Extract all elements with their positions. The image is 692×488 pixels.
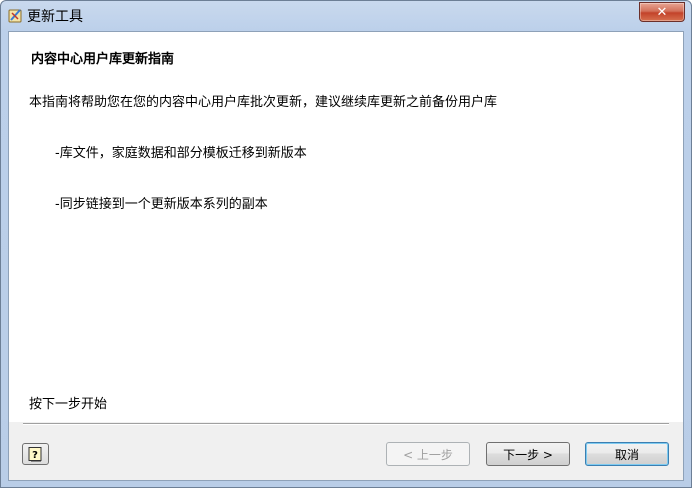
update-tool-icon xyxy=(8,9,22,23)
bullet-sync-links: -同步链接到一个更新版本系列的副本 xyxy=(55,197,268,212)
dialog-window: 更新工具 ✕ 内容中心用户库更新指南 本指南将帮助您在您的内容中心用户库批次更新… xyxy=(0,0,692,488)
help-icon: ? xyxy=(28,446,42,461)
bullet-library-files: -库文件，家庭数据和部分模板迁移到新版本 xyxy=(55,146,307,161)
svg-text:?: ? xyxy=(32,450,38,461)
dialog-client-area: 内容中心用户库更新指南 本指南将帮助您在您的内容中心用户库批次更新，建议继续库更… xyxy=(8,31,684,481)
help-button[interactable]: ? xyxy=(22,443,49,465)
cancel-button[interactable]: 取消 xyxy=(585,442,669,466)
prev-button[interactable]: < 上一步 xyxy=(386,442,470,466)
close-icon: ✕ xyxy=(656,4,668,20)
title-bar[interactable]: 更新工具 ✕ xyxy=(1,1,691,31)
content-panel: 内容中心用户库更新指南 本指南将帮助您在您的内容中心用户库批次更新，建议继续库更… xyxy=(9,32,683,422)
intro-text: 本指南将帮助您在您的内容中心用户库批次更新，建议继续库更新之前备份用户库 xyxy=(29,95,498,110)
close-button[interactable]: ✕ xyxy=(639,2,685,22)
next-button[interactable]: 下一步 > xyxy=(486,442,570,466)
window-title: 更新工具 xyxy=(27,9,83,25)
separator-line xyxy=(23,423,669,425)
page-title: 内容中心用户库更新指南 xyxy=(31,52,175,67)
start-instruction: 按下一步开始 xyxy=(29,397,108,412)
